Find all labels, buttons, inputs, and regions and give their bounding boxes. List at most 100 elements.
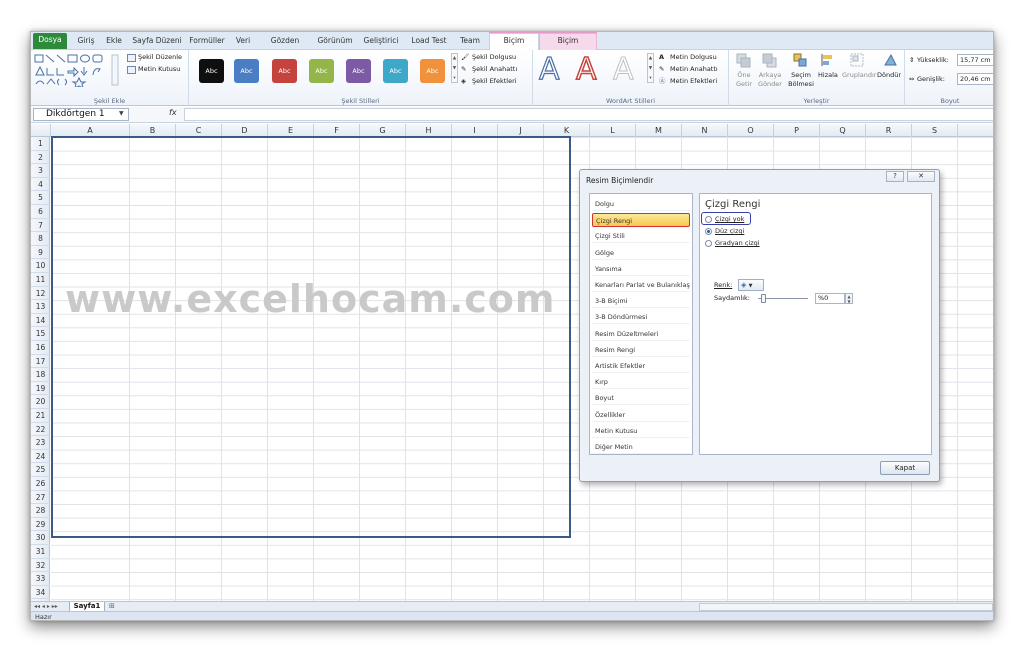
bring-forward-button[interactable]: Öne Getir — [733, 71, 755, 89]
selection-pane-button[interactable]: Seçim Bölmesi — [787, 71, 815, 89]
shape-style-green[interactable]: Abc — [309, 59, 334, 83]
category-item[interactable]: Özellikler — [592, 408, 690, 422]
category-item[interactable]: Dolgu — [592, 197, 690, 211]
category-item[interactable]: Gölge — [592, 246, 690, 260]
shape-style-blue[interactable]: Abc — [234, 59, 259, 83]
row-header-22[interactable]: 22 — [31, 423, 50, 437]
row-header-31[interactable]: 31 — [31, 545, 50, 559]
category-item[interactable]: Artistik Efektler — [592, 359, 690, 373]
tab-insert[interactable]: Ekle — [103, 34, 125, 50]
row-header-23[interactable]: 23 — [31, 436, 50, 450]
select-all-corner[interactable] — [31, 124, 51, 137]
option-gradient-line[interactable]: Gradyan çizgi — [705, 239, 760, 248]
column-header-l[interactable]: L — [590, 124, 636, 137]
category-item[interactable]: Kırp — [592, 375, 690, 390]
formula-input[interactable] — [184, 108, 993, 121]
radio-no-line[interactable] — [705, 215, 712, 223]
row-header-19[interactable]: 19 — [31, 382, 50, 396]
horizontal-scrollbar[interactable] — [699, 603, 993, 611]
shape-style-red[interactable]: Abc — [272, 59, 297, 83]
shape-styles-scroll[interactable]: ▲ ▼ ▾ — [451, 53, 458, 83]
row-header-26[interactable]: 26 — [31, 477, 50, 491]
shape-style-orange[interactable]: Abc — [420, 59, 445, 83]
category-item[interactable]: Boyut — [592, 391, 690, 406]
row-header-3[interactable]: 3 — [31, 164, 50, 178]
dialog-help-button[interactable]: ? — [886, 171, 904, 182]
shapes-gallery-icon[interactable] — [34, 53, 120, 87]
row-header-21[interactable]: 21 — [31, 409, 50, 423]
option-no-line[interactable]: Çizgi yok — [705, 215, 744, 224]
row-header-6[interactable]: 6 — [31, 205, 50, 219]
tab-page-layout[interactable]: Sayfa Düzeni — [132, 34, 182, 50]
tab-view[interactable]: Görünüm — [317, 34, 353, 50]
tab-review[interactable]: Gözden Geçir — [261, 34, 309, 59]
category-item[interactable]: Metin Kutusu — [592, 424, 690, 438]
function-icon[interactable]: fx — [169, 108, 177, 117]
rectangle-shape[interactable] — [51, 136, 571, 538]
tab-developer[interactable]: Geliştirici — [362, 34, 400, 50]
row-header-17[interactable]: 17 — [31, 355, 50, 369]
column-header-o[interactable]: O — [728, 124, 774, 137]
tab-home[interactable]: Giriş — [74, 34, 98, 50]
height-input[interactable]: 15,77 cm — [957, 54, 993, 66]
category-item[interactable]: 3-B Döndürmesi — [592, 310, 690, 325]
category-item[interactable]: 3-B Biçimi — [592, 294, 690, 309]
row-header-10[interactable]: 10 — [31, 259, 50, 273]
shape-style-purple[interactable]: Abc — [346, 59, 371, 83]
name-box-dropdown-icon[interactable]: ▼ — [119, 110, 124, 117]
row-header-16[interactable]: 16 — [31, 341, 50, 355]
row-header-7[interactable]: 7 — [31, 219, 50, 233]
row-header-5[interactable]: 5 — [31, 191, 50, 205]
category-item[interactable]: Diğer Metin — [592, 440, 690, 454]
rotate-button[interactable]: Döndür — [877, 71, 901, 80]
color-picker-button[interactable]: ◈ ▼ — [738, 279, 764, 291]
tab-team[interactable]: Team — [456, 34, 484, 50]
tab-load-test[interactable]: Load Test — [409, 34, 449, 50]
tab-format-picture[interactable]: Biçim — [539, 33, 597, 51]
column-header-m[interactable]: M — [636, 124, 682, 137]
name-box[interactable]: Dikdörtgen 1 — [33, 108, 129, 121]
category-item[interactable]: Kenarları Parlat ve Bulanıklaştır — [592, 278, 690, 292]
text-effects-button[interactable]: Metin Efektleri — [670, 77, 717, 86]
category-item[interactable]: Yansıma — [592, 262, 690, 276]
width-input[interactable]: 20,46 cm — [957, 73, 993, 85]
tab-formulas[interactable]: Formüller — [189, 34, 225, 50]
wordart-styles-scroll[interactable]: ▲ ▼ ▾ — [647, 53, 654, 83]
tab-format-drawing[interactable]: Biçim — [489, 33, 539, 51]
row-header-8[interactable]: 8 — [31, 232, 50, 246]
row-header-18[interactable]: 18 — [31, 368, 50, 382]
text-box-button[interactable]: Metin Kutusu — [138, 65, 180, 74]
row-header-20[interactable]: 20 — [31, 395, 50, 409]
category-item[interactable]: Resim Düzeltmeleri — [592, 327, 690, 341]
shape-style-aqua[interactable]: Abc — [383, 59, 408, 83]
transparency-spinner[interactable]: ▲ ▼ — [845, 293, 853, 304]
row-header-1[interactable]: 1 — [31, 137, 50, 151]
text-fill-button[interactable]: Metin Dolgusu — [670, 53, 717, 62]
tab-data[interactable]: Veri — [233, 34, 253, 50]
radio-solid-line[interactable] — [705, 227, 712, 235]
shape-outline-button[interactable]: Şekil Anahattı — [472, 65, 517, 74]
wordart-style-blue-outline-icon[interactable]: A — [538, 53, 560, 86]
column-header-q[interactable]: Q — [820, 124, 866, 137]
column-header-n[interactable]: N — [682, 124, 728, 137]
shape-effects-button[interactable]: Şekil Efektleri — [472, 77, 517, 86]
row-header-29[interactable]: 29 — [31, 518, 50, 532]
row-header-15[interactable]: 15 — [31, 327, 50, 341]
option-solid-line[interactable]: Düz çizgi — [705, 227, 744, 236]
row-header-11[interactable]: 11 — [31, 273, 50, 287]
row-header-24[interactable]: 24 — [31, 450, 50, 464]
text-outline-button[interactable]: Metin Anahattı — [670, 65, 718, 74]
row-header-33[interactable]: 33 — [31, 572, 50, 586]
close-button[interactable]: Kapat — [880, 461, 930, 475]
transparency-slider-thumb[interactable] — [761, 294, 766, 303]
category-item[interactable]: Çizgi Rengi — [592, 213, 690, 228]
category-item[interactable]: Resim Rengi — [592, 343, 690, 357]
row-header-9[interactable]: 9 — [31, 246, 50, 260]
wordart-style-gray-icon[interactable]: A — [613, 53, 635, 86]
send-backward-button[interactable]: Arkaya Gönder — [757, 71, 783, 89]
row-header-28[interactable]: 28 — [31, 504, 50, 518]
shape-style-black[interactable]: Abc — [199, 59, 224, 83]
row-header-13[interactable]: 13 — [31, 300, 50, 314]
row-header-4[interactable]: 4 — [31, 178, 50, 192]
row-header-32[interactable]: 32 — [31, 559, 50, 573]
